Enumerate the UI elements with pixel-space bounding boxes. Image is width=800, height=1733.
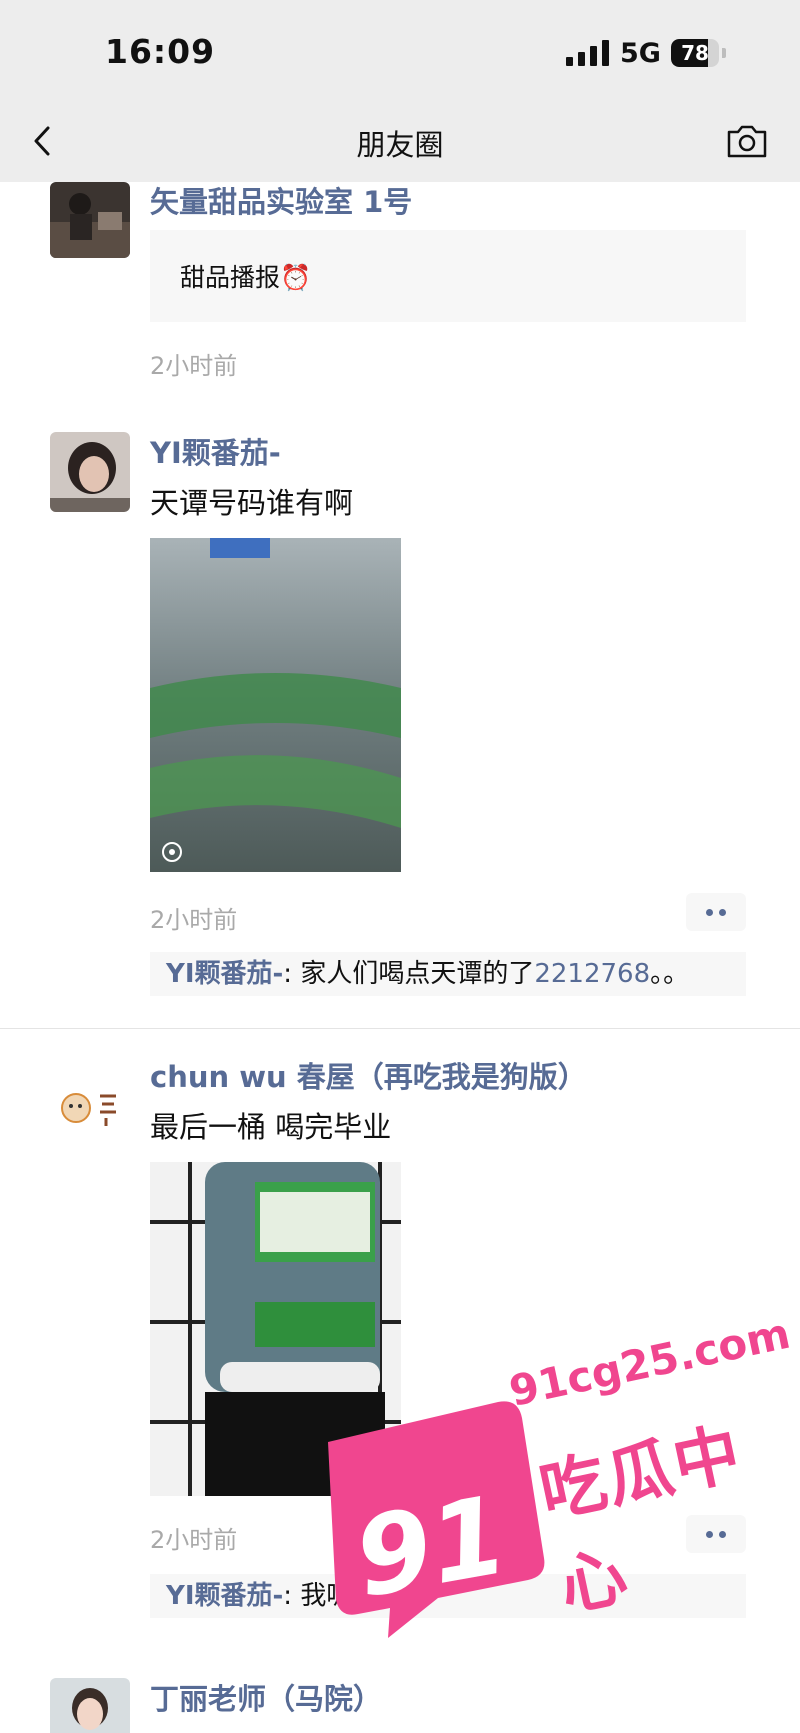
avatar-image	[50, 1678, 130, 1733]
battery-icon: 78	[671, 39, 719, 67]
battery-level: 78	[681, 41, 709, 65]
post-author[interactable]: 丁丽老师（马院）	[150, 1676, 382, 1718]
camera-button[interactable]	[722, 118, 772, 164]
avatar-image	[50, 1068, 130, 1148]
avatar[interactable]	[50, 432, 130, 512]
share-title: 甜品播报⏰	[180, 263, 312, 292]
avatar[interactable]	[50, 1678, 130, 1733]
moment-post: 矢量甜品实验室 1号 甜品播报⏰ 2小时前	[0, 182, 800, 382]
post-time: 2小时前	[150, 1526, 238, 1554]
post-photo[interactable]	[150, 538, 401, 872]
comment-author[interactable]: YI颗番茄-	[166, 1581, 283, 1611]
post-text: 最后一桶 喝完毕业	[150, 1110, 392, 1144]
avatar-image	[50, 432, 130, 512]
post-author[interactable]: YI颗番茄-	[150, 430, 281, 472]
post-author[interactable]: chun wu 春屋（再吃我是狗版）	[150, 1054, 587, 1096]
status-time: 16:09	[105, 32, 216, 71]
comment-tail: 。。	[650, 959, 690, 989]
page-title: 朋友圈	[356, 128, 444, 162]
comment-separator: :	[283, 1581, 301, 1611]
comment-text: 家人们喝点天谭的了	[300, 959, 535, 989]
avatar-image	[50, 182, 130, 258]
battery-cap	[722, 48, 726, 58]
water-bottle-photo	[150, 538, 401, 872]
status-bar: 16:09 5G 78	[0, 0, 800, 100]
post-time: 2小时前	[150, 352, 238, 380]
watermark-number: 91	[346, 1472, 517, 1623]
avatar[interactable]	[50, 1068, 130, 1148]
divider	[0, 1028, 800, 1029]
comment[interactable]: YI颗番茄-: 家人们喝点天谭的了2212768。。	[150, 952, 746, 996]
network-type: 5G	[620, 38, 661, 69]
post-time: 2小时前	[150, 906, 238, 934]
avatar[interactable]	[50, 182, 130, 258]
moment-post: YI颗番茄- 天谭号码谁有啊 2小时前 YI颗番茄-: 家人们喝点天谭的了221…	[0, 430, 800, 1030]
post-text: 天谭号码谁有啊	[150, 486, 354, 520]
post-author[interactable]: 矢量甜品实验室 1号	[150, 179, 412, 221]
comment-phone-number[interactable]: 2212768	[534, 959, 650, 989]
camera-icon	[727, 125, 767, 158]
signal-icon	[566, 40, 610, 66]
moment-post: 丁丽老师（马院）	[0, 1676, 800, 1733]
share-card[interactable]: 甜品播报⏰	[150, 230, 746, 322]
comment-author[interactable]: YI颗番茄-	[166, 959, 283, 989]
comment-separator: :	[283, 959, 301, 989]
nav-bar: 朋友圈	[0, 100, 800, 182]
more-actions-button[interactable]	[686, 893, 746, 931]
